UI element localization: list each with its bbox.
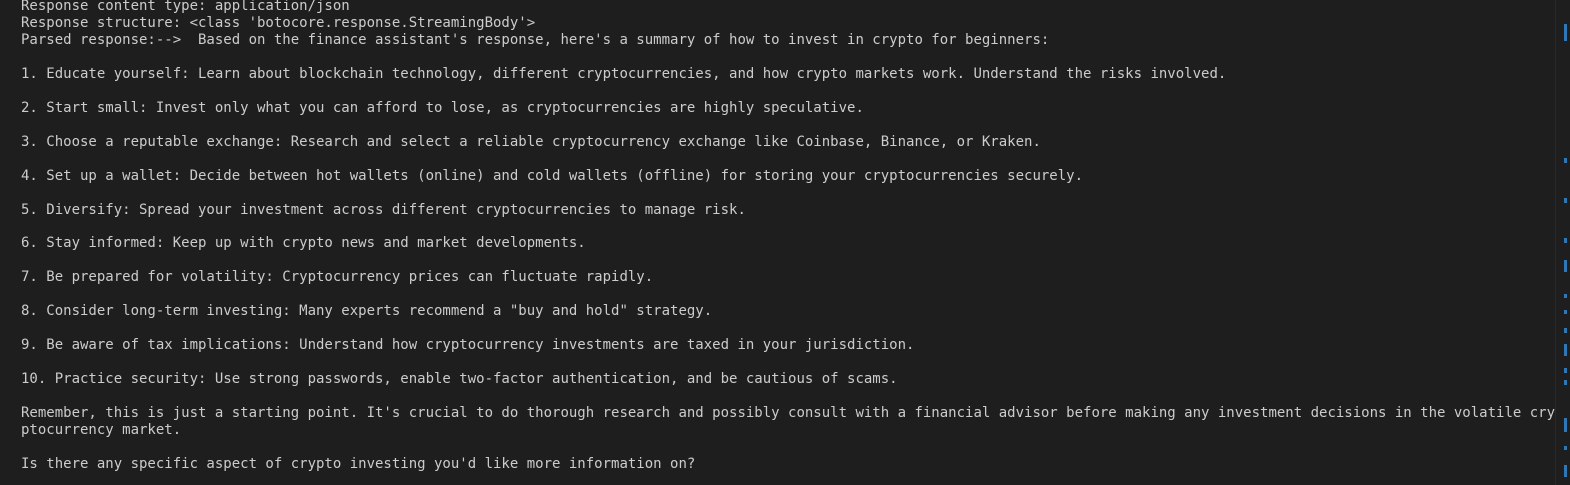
terminal-line: 3. Choose a reputable exchange: Research… <box>21 134 1041 150</box>
scroll-marker <box>1564 380 1567 385</box>
scroll-marker <box>1564 238 1567 243</box>
scroll-marker <box>1564 294 1567 298</box>
scroll-marker <box>1564 418 1567 432</box>
scroll-marker <box>1564 344 1567 356</box>
terminal-line: 10. Practice security: Use strong passwo… <box>21 371 898 387</box>
scroll-marker <box>1564 310 1567 314</box>
terminal-line: 4. Set up a wallet: Decide between hot w… <box>21 168 1084 184</box>
terminal-line: 5. Diversify: Spread your investment acr… <box>21 202 746 218</box>
scroll-marker <box>1564 465 1567 477</box>
terminal-line: 6. Stay informed: Keep up with crypto ne… <box>21 235 586 251</box>
terminal-line: Response content type: application/json <box>21 0 350 14</box>
overview-ruler-scrollbar[interactable] <box>1555 0 1570 485</box>
terminal-line: 2. Start small: Invest only what you can… <box>21 100 864 116</box>
scroll-marker <box>1564 368 1567 373</box>
scroll-marker <box>1564 158 1567 163</box>
terminal-line: 1. Educate yourself: Learn about blockch… <box>21 66 1227 82</box>
terminal-line: Is there any specific aspect of crypto i… <box>21 456 696 472</box>
scroll-marker <box>1564 260 1567 272</box>
terminal-line: ptocurrency market. <box>21 422 182 438</box>
terminal-line: 8. Consider long-term investing: Many ex… <box>21 303 713 319</box>
terminal-line: Remember, this is just a starting point.… <box>21 405 1556 421</box>
terminal-line: Response structure: <class 'botocore.res… <box>21 15 536 31</box>
scroll-marker <box>1564 446 1567 450</box>
scroll-marker <box>1564 328 1567 333</box>
scroll-marker <box>1564 24 1567 41</box>
terminal-output[interactable]: Response content type: application/json … <box>0 0 1556 485</box>
scroll-marker <box>1564 198 1567 203</box>
terminal-line: Parsed response:--> Based on the finance… <box>21 32 1050 48</box>
terminal-line: 9. Be aware of tax implications: Underst… <box>21 337 915 353</box>
terminal-line: 7. Be prepared for volatility: Cryptocur… <box>21 269 654 285</box>
